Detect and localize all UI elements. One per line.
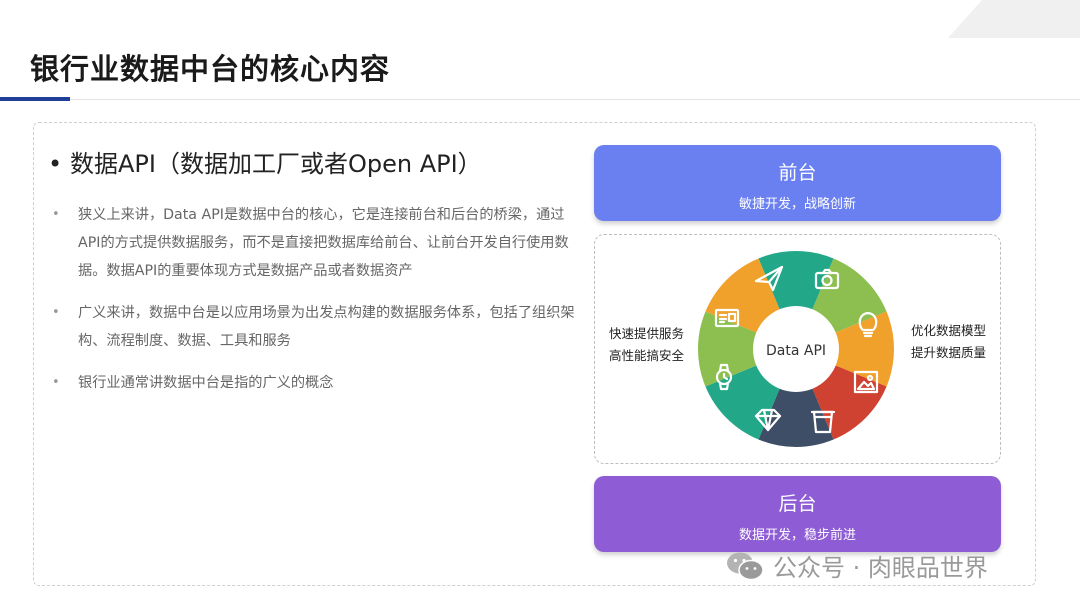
title-accent-bar bbox=[0, 97, 70, 101]
right-benefit-line: 提升数据质量 bbox=[911, 345, 987, 360]
left-benefits: 快速提供服务 高性能搞安全 bbox=[609, 323, 684, 367]
section-heading: • 数据API（数据加工厂或者Open API） bbox=[48, 144, 482, 179]
bullet-item: 银行业通常讲数据中台是指的广义的概念 bbox=[52, 369, 582, 397]
corner-decoration bbox=[948, 0, 1080, 38]
left-benefit-line: 高性能搞安全 bbox=[609, 348, 685, 363]
watermark-text: 公众号 · 肉眼品世界 bbox=[773, 554, 988, 582]
center-label: Data API bbox=[766, 343, 826, 359]
wechat-icon bbox=[727, 552, 764, 580]
right-benefit-line: 优化数据模型 bbox=[911, 323, 987, 338]
back-office-subtitle: 数据开发，稳步前进 bbox=[738, 528, 856, 543]
page-title: 银行业数据中台的核心内容 bbox=[30, 52, 391, 86]
front-office-title: 前台 bbox=[778, 162, 817, 184]
watermark: 公众号 · 肉眼品世界 bbox=[725, 548, 988, 583]
back-office-title: 后台 bbox=[778, 493, 817, 515]
bullet-item: 广义来讲，数据中台是以应用场景为出发点构建的数据服务体系，包括了组织架构、流程制… bbox=[52, 299, 582, 355]
section-heading-text: 数据API（数据加工厂或者Open API） bbox=[70, 150, 482, 178]
heading-bullet: • bbox=[48, 150, 63, 178]
title-divider bbox=[70, 99, 1080, 100]
front-office-subtitle: 敏捷开发，战略创新 bbox=[738, 197, 856, 212]
front-office-band: 前台 敏捷开发，战略创新 bbox=[594, 145, 1001, 221]
right-benefits: 优化数据模型 提升数据质量 bbox=[911, 320, 986, 364]
left-benefit-line: 快速提供服务 bbox=[609, 326, 685, 341]
bullet-item: 狭义上来讲，Data API是数据中台的核心，它是连接前台和后台的桥梁，通过AP… bbox=[52, 201, 582, 285]
bullet-list: 狭义上来讲，Data API是数据中台的核心，它是连接前台和后台的桥梁，通过AP… bbox=[52, 201, 582, 411]
data-api-ring: Data API bbox=[698, 251, 894, 447]
back-office-band: 后台 数据开发，稳步前进 bbox=[594, 476, 1001, 552]
